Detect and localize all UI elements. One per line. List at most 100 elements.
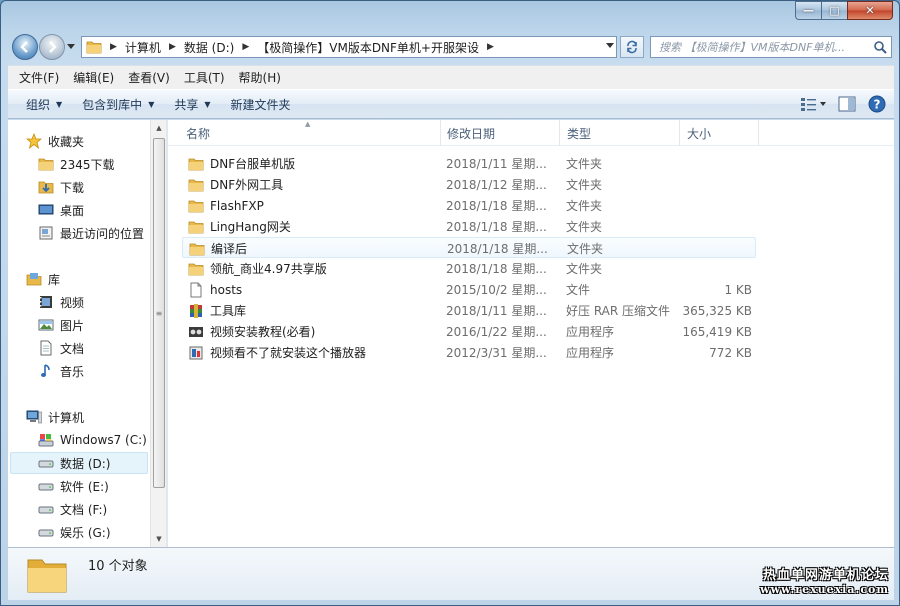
- forward-button[interactable]: [39, 34, 65, 60]
- nav-item-documents[interactable]: 文档: [38, 337, 84, 359]
- column-size[interactable]: 大小: [679, 120, 759, 146]
- file-name-cell[interactable]: FlashFXP: [188, 195, 438, 216]
- address-history-dropdown[interactable]: [606, 42, 614, 51]
- organize-button[interactable]: 组织 ▼: [16, 96, 72, 113]
- scroll-up-icon[interactable]: ▲: [151, 120, 167, 136]
- file-row[interactable]: hosts 2015/10/2 星期... 文件 1 KB: [182, 279, 756, 300]
- refresh-button[interactable]: [620, 36, 644, 58]
- search-input[interactable]: [659, 40, 869, 54]
- file-type: 文件: [566, 283, 591, 297]
- file-name-cell[interactable]: DNF台服单机版: [188, 153, 438, 174]
- file-name-cell[interactable]: DNF外网工具: [188, 174, 438, 195]
- nav-item-2345-downloads[interactable]: 2345下载: [38, 153, 115, 175]
- column-name[interactable]: 名称: [178, 120, 441, 146]
- chevron-down-icon: ▼: [204, 99, 211, 109]
- breadcrumb-separator-icon[interactable]: ▶: [242, 42, 249, 52]
- nav-drive-g[interactable]: 娱乐 (G:): [38, 521, 111, 543]
- help-icon[interactable]: ?: [868, 95, 886, 113]
- file-size: [682, 195, 752, 216]
- menu-view[interactable]: 查看(V): [121, 69, 177, 86]
- nav-drive-d[interactable]: 数据 (D:): [10, 452, 148, 474]
- file-size: 1 KB: [724, 282, 752, 297]
- file-name-cell[interactable]: 视频看不了就安装这个播放器: [188, 342, 438, 363]
- hard-drive-icon: [38, 460, 54, 468]
- file-size: [682, 216, 752, 237]
- nav-item-label: 图片: [60, 318, 85, 333]
- new-folder-button[interactable]: 新建文件夹: [221, 96, 301, 113]
- nav-drive-c[interactable]: Windows7 (C:): [38, 429, 147, 451]
- column-date[interactable]: 修改日期: [439, 120, 560, 146]
- file-name-cell[interactable]: 工具库: [188, 300, 438, 321]
- menu-edit[interactable]: 编辑(E): [66, 69, 121, 86]
- file-row[interactable]: 视频看不了就安装这个播放器 2012/3/31 星期... 应用程序 772 KB: [182, 342, 756, 363]
- file-date: 2018/1/11 星期...: [446, 157, 547, 171]
- breadcrumb-computer[interactable]: 计算机: [125, 39, 161, 56]
- system-drive-icon: [38, 434, 54, 447]
- nav-item-recent-places[interactable]: 最近访问的位置: [38, 222, 144, 244]
- file-size: [682, 258, 752, 279]
- file-row[interactable]: LingHang网关 2018/1/18 星期... 文件夹: [182, 216, 756, 237]
- scroll-down-icon[interactable]: ▼: [151, 531, 167, 547]
- file-name-cell[interactable]: 编译后: [189, 238, 439, 259]
- back-button[interactable]: [12, 34, 38, 60]
- nav-item-videos[interactable]: 视频: [38, 291, 84, 313]
- include-in-library-button[interactable]: 包含到库中 ▼: [72, 96, 164, 113]
- menu-file[interactable]: 文件(F): [12, 69, 66, 86]
- command-bar: 组织 ▼ 包含到库中 ▼ 共享 ▼ 新建文件夹 ?: [8, 89, 894, 119]
- file-name-cell[interactable]: 视频安装教程(必看): [188, 321, 438, 342]
- nav-drive-e[interactable]: 软件 (E:): [38, 475, 109, 497]
- file-name-cell[interactable]: LingHang网关: [188, 216, 438, 237]
- document-library-icon: [40, 340, 52, 356]
- file-row[interactable]: DNF台服单机版 2018/1/11 星期... 文件夹: [182, 153, 756, 174]
- scrollbar-thumb[interactable]: ≡: [153, 138, 165, 488]
- folder-icon: [86, 41, 102, 54]
- file-row[interactable]: 工具库 2018/1/11 星期... 好压 RAR 压缩文件 365,325 KB: [182, 300, 756, 321]
- download-folder-icon: [38, 181, 54, 194]
- menu-tools[interactable]: 工具(T): [177, 69, 232, 86]
- watermark: 热血单网游单机论坛 www.rexuexia.com: [760, 569, 889, 597]
- watermark-title: 热血单网游单机论坛: [762, 568, 889, 583]
- column-type[interactable]: 类型: [559, 120, 680, 146]
- share-button[interactable]: 共享 ▼: [164, 96, 220, 113]
- nav-item-desktop[interactable]: 桌面: [38, 199, 84, 221]
- nav-libraries[interactable]: 库: [26, 268, 60, 290]
- breadcrumb-drive-d[interactable]: 数据 (D:): [184, 39, 234, 56]
- file-name-cell[interactable]: 领航_商业4.97共享版: [188, 258, 438, 279]
- close-button[interactable]: ✕: [847, 1, 893, 20]
- breadcrumb-separator-icon[interactable]: ▶: [169, 42, 176, 52]
- navigation-pane: 收藏夹 2345下载 下载 桌面 最近访问的位置 库 视频 图片 文档 音乐 计…: [8, 120, 150, 547]
- menu-help[interactable]: 帮助(H): [232, 69, 288, 86]
- navigation-pane-scrollbar[interactable]: ▲ ≡ ▼: [150, 120, 166, 547]
- search-icon[interactable]: [873, 40, 887, 54]
- search-box[interactable]: [650, 36, 892, 58]
- nav-computer[interactable]: 计算机: [26, 406, 84, 428]
- file-size: [682, 174, 752, 195]
- file-row[interactable]: 领航_商业4.97共享版 2018/1/18 星期... 文件夹: [182, 258, 756, 279]
- nav-item-music[interactable]: 音乐: [38, 360, 84, 382]
- music-note-icon: [41, 364, 50, 377]
- recent-pages-dropdown[interactable]: [67, 43, 77, 51]
- file-row[interactable]: FlashFXP 2018/1/18 星期... 文件夹: [182, 195, 756, 216]
- nav-item-pictures[interactable]: 图片: [38, 314, 84, 336]
- breadcrumb-current-folder[interactable]: 【极简操作】VM版本DNF单机+开服架设: [257, 39, 479, 56]
- nav-favorites[interactable]: 收藏夹: [26, 130, 84, 152]
- file-name: 工具库: [210, 304, 247, 318]
- file-row[interactable]: 编译后 2018/1/18 星期... 文件夹: [182, 237, 756, 258]
- file-name-cell[interactable]: hosts: [188, 279, 438, 300]
- nav-drive-f[interactable]: 文档 (F:): [38, 498, 107, 520]
- breadcrumb: ▶ 计算机 ▶ 数据 (D:) ▶ 【极简操作】VM版本DNF单机+开服架设 ▶: [102, 37, 502, 57]
- file-name: 视频安装教程(必看): [210, 325, 316, 339]
- folder-icon: [188, 158, 204, 170]
- view-options-icon[interactable]: [800, 96, 826, 112]
- breadcrumb-separator-icon[interactable]: ▶: [110, 42, 117, 52]
- minimize-button[interactable]: —: [795, 1, 821, 20]
- maximize-button[interactable]: □: [821, 1, 847, 20]
- nav-item-label: Windows7 (C:): [60, 433, 147, 447]
- nav-item-downloads[interactable]: 下载: [38, 176, 84, 198]
- file-row[interactable]: 视频安装教程(必看) 2016/1/22 星期... 应用程序 165,419 KB: [182, 321, 756, 342]
- file-date: 2018/1/11 星期...: [446, 304, 547, 318]
- preview-pane-icon[interactable]: [838, 96, 856, 112]
- breadcrumb-separator-icon[interactable]: ▶: [487, 42, 494, 52]
- address-bar[interactable]: ▶ 计算机 ▶ 数据 (D:) ▶ 【极简操作】VM版本DNF单机+开服架设 ▶: [81, 36, 617, 58]
- file-row[interactable]: DNF外网工具 2018/1/12 星期... 文件夹: [182, 174, 756, 195]
